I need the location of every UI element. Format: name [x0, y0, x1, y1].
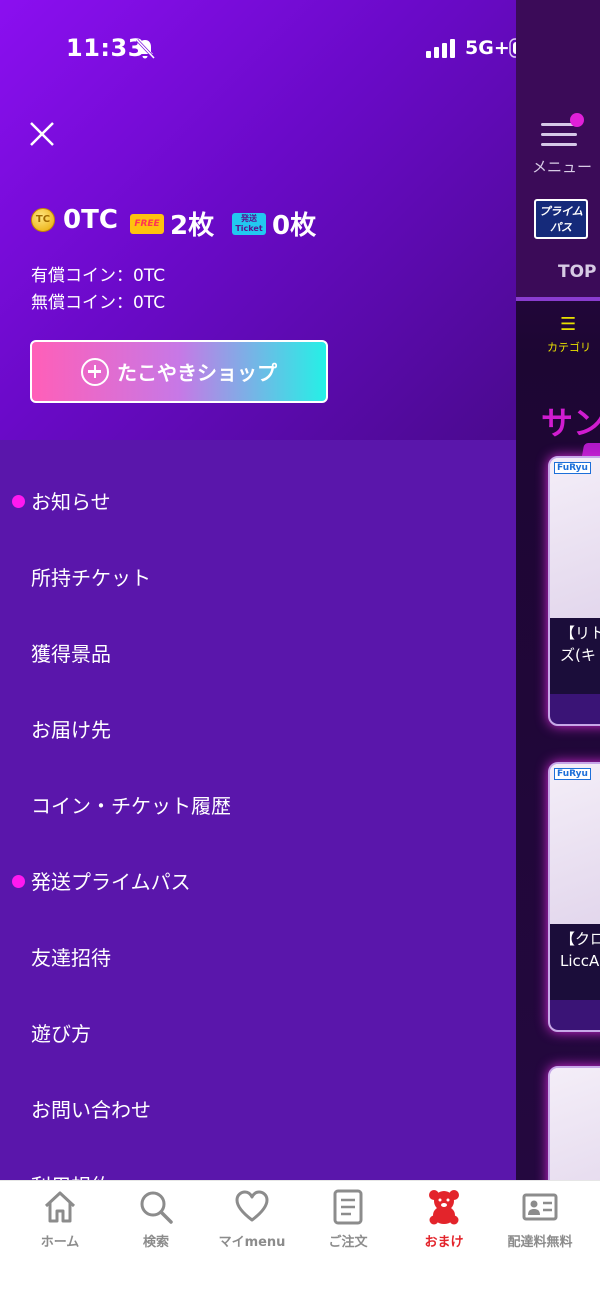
- menu-item-terms[interactable]: 利用規約: [0, 1154, 516, 1180]
- menu-item-label: お知らせ: [31, 490, 111, 514]
- nav-orders[interactable]: ご注文: [298, 1189, 398, 1259]
- free-ticket-balance-value: 2枚: [170, 211, 215, 241]
- menu-item-label: お届け先: [31, 718, 111, 742]
- nav-search[interactable]: 検索: [106, 1189, 206, 1259]
- menu-item-label: コイン・チケット履歴: [31, 794, 231, 818]
- nav-label: 配達料無料: [507, 1235, 573, 1250]
- id-card-icon: [522, 1193, 558, 1221]
- product-title: 【クロ LiccA: [550, 924, 600, 1000]
- product-image: FuRyu: [550, 458, 600, 618]
- product-image: FuRyu: [550, 764, 600, 924]
- product-card[interactable]: FuRyu 【クロ LiccA: [548, 762, 600, 1032]
- free-ticket-balance: FREE 2枚: [130, 205, 214, 242]
- product-image: [550, 1068, 600, 1180]
- coin-balance-value: 0TC: [63, 205, 118, 235]
- section-title: サン: [541, 404, 600, 442]
- shop-button-label: たこやきショップ: [117, 361, 277, 385]
- list-icon[interactable]: ☰: [560, 316, 582, 334]
- home-icon: [44, 1191, 76, 1223]
- network-label: 5G+: [465, 37, 510, 59]
- nav-my-menu[interactable]: マイmenu: [202, 1189, 302, 1259]
- search-icon: [140, 1191, 173, 1224]
- nav-free-shipping[interactable]: 配達料無料: [490, 1189, 590, 1259]
- brand-label: FuRyu: [554, 462, 591, 474]
- coin-balance: TC 0TC: [31, 205, 118, 235]
- menu-item-label: 発送プライムパス: [31, 870, 191, 894]
- menu-item-label: お問い合わせ: [31, 1098, 151, 1122]
- nav-label: マイmenu: [218, 1235, 286, 1250]
- side-drawer: 11:33 5G+ TC 0TC FREE 2枚 発送 Ticket 0枚 有償…: [0, 0, 516, 1180]
- takoyaki-shop-button[interactable]: たこやきショップ: [30, 340, 328, 403]
- drawer-header: 11:33 5G+ TC 0TC FREE 2枚 発送 Ticket 0枚 有償…: [0, 0, 516, 440]
- menu-item-label: 遊び方: [31, 1022, 91, 1046]
- tab-top[interactable]: TOP: [516, 262, 600, 300]
- signal-icon: [426, 39, 455, 58]
- free-coins: 無償コイン：0TC: [31, 293, 166, 313]
- menu-item-delivery-address[interactable]: お届け先: [0, 698, 516, 758]
- notification-dot: [12, 495, 25, 508]
- battery-icon: [509, 38, 516, 58]
- background-header: [516, 0, 600, 300]
- nav-label: ご注文: [328, 1235, 368, 1250]
- heart-icon: [235, 1190, 269, 1222]
- paid-coins: 有償コイン：0TC: [31, 266, 166, 286]
- notification-dot: [12, 875, 25, 888]
- nav-home[interactable]: ホーム: [10, 1189, 110, 1259]
- menu-label: メニュー: [532, 158, 593, 176]
- nav-label: おまけ: [424, 1235, 464, 1250]
- free-ticket-icon: FREE: [130, 213, 164, 234]
- bell-off-icon: [135, 38, 156, 60]
- menu-item-label: 獲得景品: [31, 642, 111, 666]
- product-card[interactable]: FuRyu 【リト ズ(キ: [548, 456, 600, 726]
- plus-circle-icon: [81, 357, 109, 386]
- tc-coin-icon: TC: [31, 208, 55, 232]
- menu-item-history[interactable]: コイン・チケット履歴: [0, 774, 516, 834]
- close-icon[interactable]: [28, 120, 56, 148]
- menu-notification-dot: [570, 113, 584, 127]
- nav-label: ホーム: [40, 1235, 80, 1250]
- prime-pass-badge[interactable]: プライム パス: [534, 199, 588, 239]
- product-card[interactable]: [548, 1066, 600, 1180]
- menu-item-label: 友達招待: [31, 946, 111, 970]
- menu-item-prizes[interactable]: 獲得景品: [0, 622, 516, 682]
- teddy-bear-icon: [429, 1190, 459, 1225]
- menu-item-notices[interactable]: お知らせ: [0, 470, 516, 530]
- product-title: 【リト ズ(キ: [550, 618, 600, 694]
- nav-label: 検索: [142, 1235, 169, 1250]
- hamburger-menu-icon[interactable]: [541, 123, 577, 147]
- menu-item-label: 所持チケット: [31, 566, 151, 590]
- shipping-ticket-balance-value: 0枚: [272, 211, 317, 241]
- drawer-menu-list: お知らせ 所持チケット 獲得景品 お届け先 コイン・チケット履歴 発送プライムパ…: [0, 440, 516, 1180]
- menu-item-label: 利用規約: [31, 1170, 111, 1180]
- menu-item-contact[interactable]: お問い合わせ: [0, 1078, 516, 1138]
- menu-item-invite-friends[interactable]: 友達招待: [0, 926, 516, 986]
- menu-item-prime-pass[interactable]: 発送プライムパス: [0, 850, 516, 910]
- product-title-line: LiccA: [560, 952, 600, 970]
- product-card-footer: [550, 1000, 600, 1030]
- menu-item-owned-tickets[interactable]: 所持チケット: [0, 546, 516, 606]
- product-title-line: ズ(キ: [560, 646, 596, 664]
- menu-item-how-to-play[interactable]: 遊び方: [0, 1002, 516, 1062]
- product-title-line: 【クロ: [560, 930, 600, 948]
- category-label[interactable]: カテゴリ: [547, 339, 591, 355]
- ship-ticket-icon: 発送 Ticket: [232, 212, 266, 235]
- shipping-ticket-balance: 発送 Ticket 0枚: [232, 205, 316, 242]
- tab-top-underline: [516, 297, 600, 301]
- brand-label: FuRyu: [554, 768, 591, 780]
- document-icon: [333, 1189, 363, 1225]
- bottom-nav: ホーム 検索 マイmenu ご注文 おまけ 配達料無料: [0, 1180, 600, 1304]
- product-title-line: 【リト: [560, 624, 600, 642]
- product-card-footer: [550, 694, 600, 724]
- nav-bonus[interactable]: おまけ: [394, 1189, 494, 1259]
